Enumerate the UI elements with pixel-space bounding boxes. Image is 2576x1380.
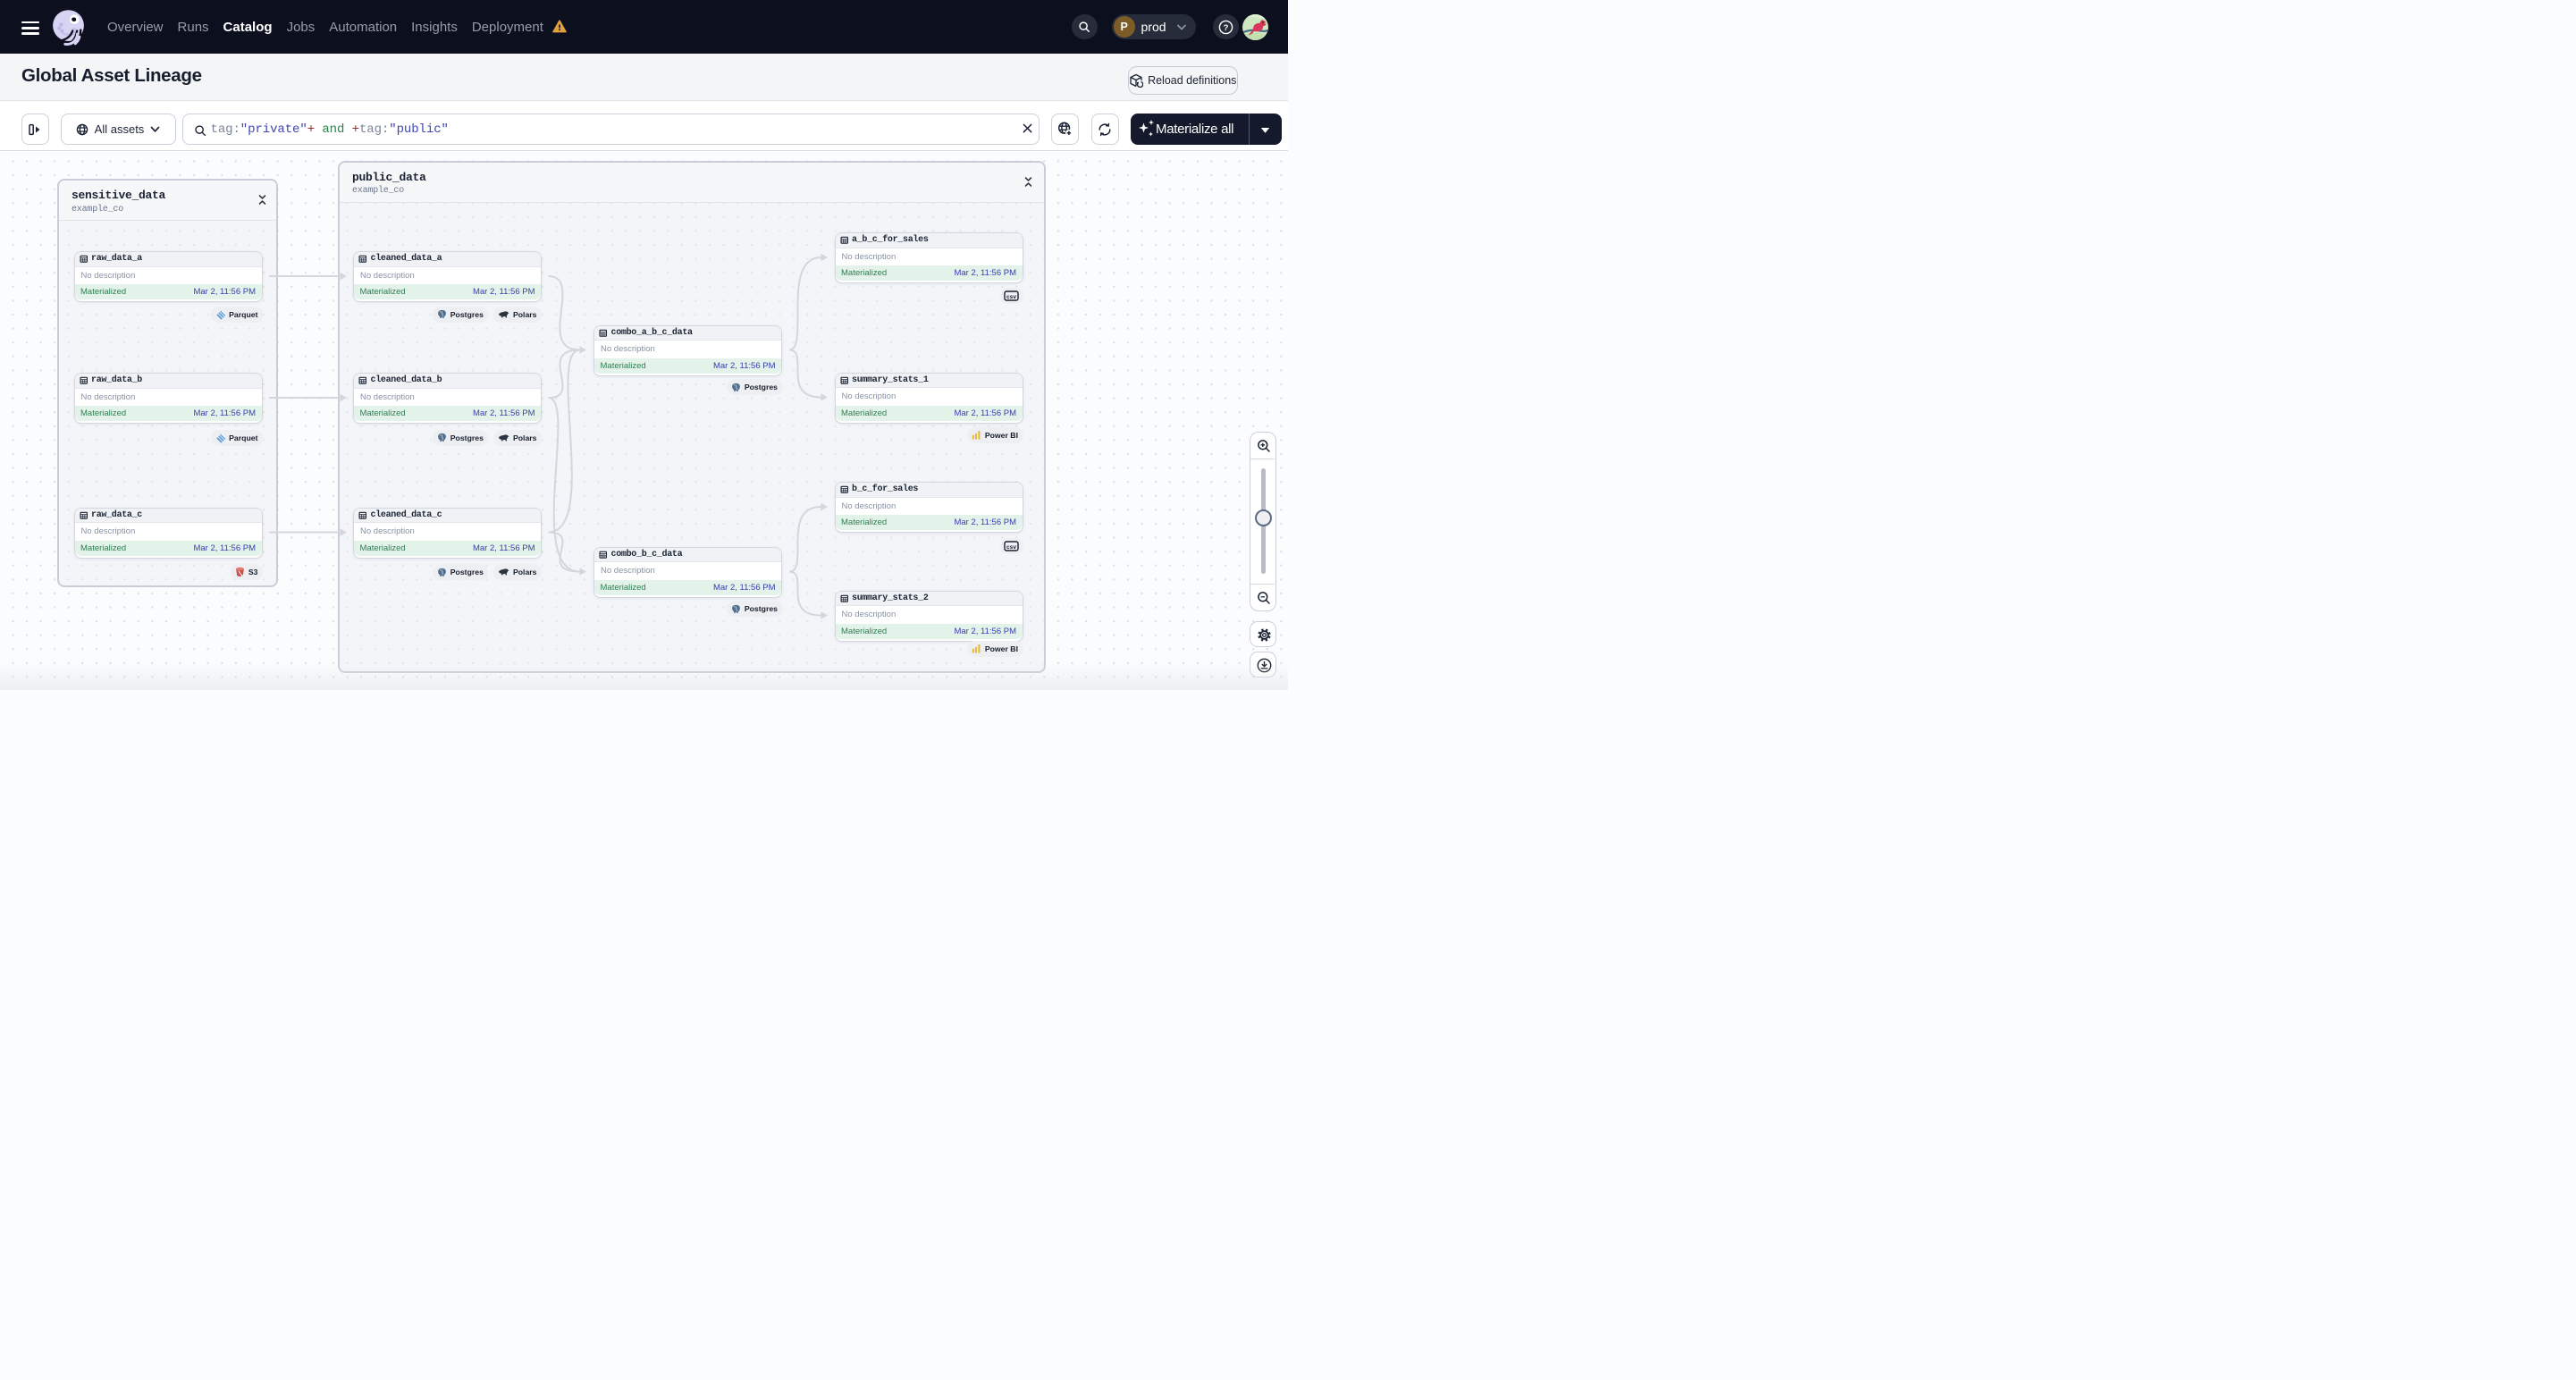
- svg-text:csv: csv: [1006, 544, 1016, 551]
- svg-text:csv: csv: [1006, 293, 1016, 299]
- svg-text:?: ?: [1223, 23, 1228, 33]
